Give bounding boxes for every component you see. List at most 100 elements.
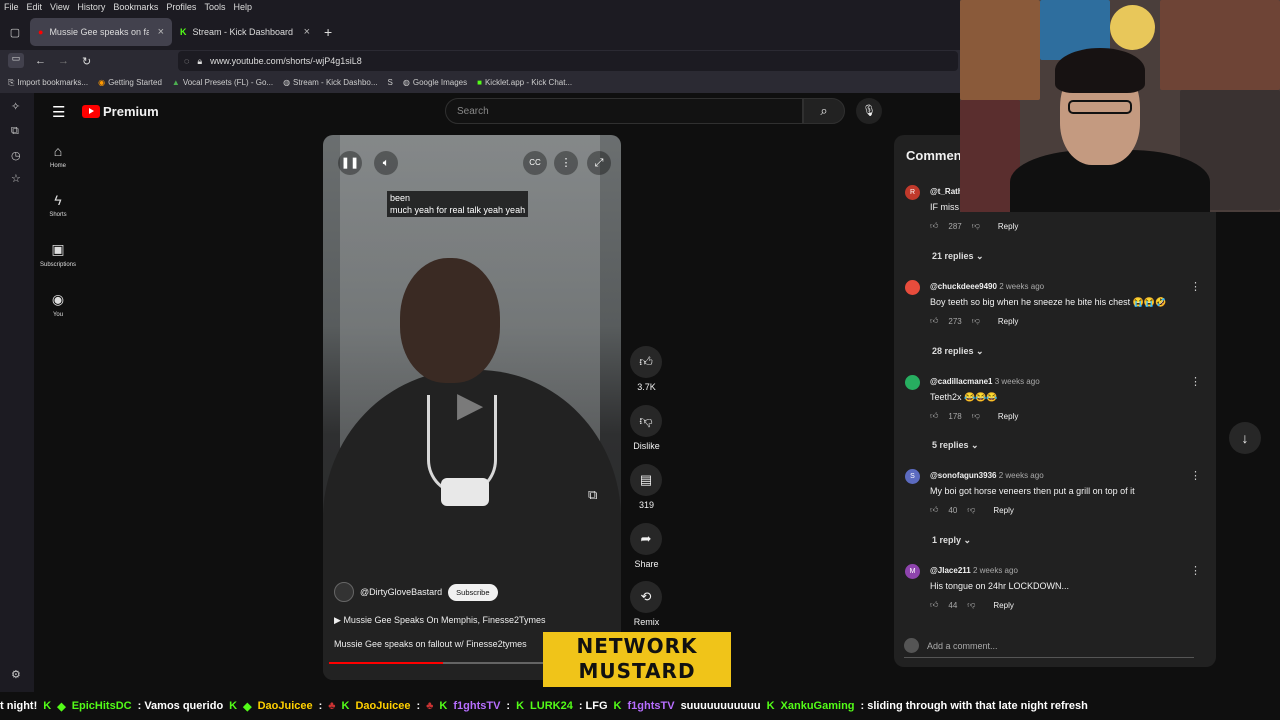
subscribe-button[interactable]: Subscribe [448, 583, 498, 601]
sidebar-toggle-icon[interactable]: ▭ [8, 53, 24, 68]
menu-icon[interactable]: ☰ [52, 103, 65, 121]
bookmark-s[interactable]: S [388, 78, 393, 87]
like-icon[interactable]: 👍︎ [930, 411, 938, 421]
replies-toggle[interactable]: 1 reply ⌄ [932, 535, 971, 546]
menu-file[interactable]: File [4, 2, 19, 12]
like-count: 273 [948, 316, 962, 326]
scroll-down-icon[interactable]: ↓ [1229, 422, 1261, 454]
dislike-icon[interactable]: 👎︎ [972, 221, 980, 231]
bookmark-kicklet[interactable]: ■ Kicklet.app - Kick Chat... [477, 78, 572, 87]
replies-toggle[interactable]: 28 replies ⌄ [932, 346, 984, 357]
reply-button[interactable]: Reply [998, 222, 1018, 231]
youtube-logo[interactable]: Premium [82, 104, 159, 119]
reply-button[interactable]: Reply [993, 601, 1013, 610]
comment-author[interactable]: @cadillacmane1 [930, 377, 993, 386]
shield-icon[interactable]: ◌ [184, 56, 189, 66]
comment-author[interactable]: @Jlace211 [930, 566, 971, 575]
more-options-icon[interactable]: ⋮ [554, 151, 578, 175]
comment-author[interactable]: @sonofagun3936 [930, 471, 996, 480]
menu-profiles[interactable]: Profiles [166, 2, 196, 12]
search-input[interactable]: Search [445, 98, 803, 124]
more-options-icon[interactable]: ⋮ [1190, 469, 1201, 482]
star-icon[interactable]: ☆ [11, 172, 21, 185]
avatar[interactable]: M [905, 564, 920, 579]
synced-tabs-icon[interactable]: ⧉ [11, 125, 19, 138]
avatar[interactable]: R [905, 185, 920, 200]
dislike-icon[interactable]: 👎︎ [967, 600, 975, 610]
avatar[interactable] [905, 280, 920, 295]
avatar[interactable] [905, 375, 920, 390]
url-text[interactable]: www.youtube.com/shorts/-wjP4g1siL8 [210, 56, 362, 66]
history-icon[interactable]: ◷ [11, 149, 21, 162]
close-tab-icon[interactable]: × [304, 26, 310, 38]
menu-edit[interactable]: Edit [27, 2, 43, 12]
share-button[interactable]: ➦ Share [630, 523, 663, 569]
menu-help[interactable]: Help [233, 2, 252, 12]
menu-history[interactable]: History [77, 2, 105, 12]
like-icon[interactable]: 👍︎ [930, 505, 938, 515]
address-bar[interactable]: ◌ 🔒︎ www.youtube.com/shorts/-wjP4g1siL8 [178, 51, 958, 71]
avatar [904, 638, 919, 653]
menu-view[interactable]: View [50, 2, 69, 12]
bookmark-google-images[interactable]: ◍ Google Images [403, 78, 467, 87]
lock-icon[interactable]: 🔒︎ [197, 56, 202, 67]
nav-home[interactable]: ⌂ Home [36, 143, 80, 169]
chat-message: : Vamos querido [137, 700, 224, 712]
chevron-down-icon: ⌄ [971, 440, 979, 450]
menu-bookmarks[interactable]: Bookmarks [113, 2, 158, 12]
fullscreen-icon[interactable]: ⤢ [587, 151, 611, 175]
customize-icon[interactable]: ⚙ [11, 668, 21, 681]
channel-name[interactable]: @DirtyGloveBastard [360, 587, 442, 597]
nav-subscriptions[interactable]: ▣ Subscriptions [36, 241, 80, 268]
nav-you[interactable]: ◉ You [36, 291, 80, 318]
dislike-button[interactable]: 👎︎ Dislike [630, 405, 663, 451]
tab-title: Mussie Gee speaks on fallo [49, 27, 150, 37]
like-icon[interactable]: 👍︎ [930, 316, 938, 326]
like-icon[interactable]: 👍︎ [930, 221, 938, 231]
new-tab-icon[interactable]: + [324, 24, 332, 40]
menu-tools[interactable]: Tools [204, 2, 225, 12]
dislike-icon[interactable]: 👎︎ [972, 316, 980, 326]
more-options-icon[interactable]: ⋮ [1190, 564, 1201, 577]
add-comment-field[interactable]: Add a comment... [904, 638, 1194, 658]
like-button[interactable]: 👍︎ 3.7K [630, 346, 663, 392]
comment-text: Teeth2x 😂😂😂 [930, 392, 998, 402]
channel-avatar[interactable] [334, 582, 354, 602]
remix-button[interactable]: ⟲ Remix [630, 581, 663, 627]
ai-sparkle-icon[interactable]: ✧ [11, 100, 20, 113]
reply-button[interactable]: Reply [998, 317, 1018, 326]
volume-icon[interactable]: 🔈︎ [374, 151, 398, 175]
reply-button[interactable]: Reply [993, 506, 1013, 515]
reload-icon[interactable]: ↻ [82, 55, 91, 68]
dislike-icon[interactable]: 👎︎ [967, 505, 975, 515]
nav-shorts[interactable]: ϟ Shorts [36, 192, 80, 218]
playlist-link[interactable]: ▶ Mussie Gee Speaks On Memphis, Finesse2… [334, 615, 546, 626]
close-tab-icon[interactable]: × [158, 26, 164, 38]
shorts-video-player[interactable]: been much yeah for real talk yeah yeah ❚… [323, 135, 621, 680]
tab-overview-icon[interactable]: ▢ [0, 26, 30, 39]
captions-icon[interactable]: CC [523, 151, 547, 175]
tab-youtube[interactable]: ● Mussie Gee speaks on fallo × [30, 18, 172, 46]
replies-toggle[interactable]: 21 replies ⌄ [932, 251, 984, 262]
forward-icon[interactable]: → [58, 55, 69, 67]
reply-button[interactable]: Reply [998, 412, 1018, 421]
dislike-icon[interactable]: 👎︎ [972, 411, 980, 421]
search-icon[interactable]: ⌕ [803, 98, 845, 124]
bookmark-vocal-presets[interactable]: ▲ Vocal Presets (FL) - Go... [172, 78, 273, 87]
bookmark-kick-dashboard[interactable]: ◍ Stream - Kick Dashbo... [283, 78, 377, 87]
pip-icon[interactable]: ⧉ [588, 487, 597, 503]
bookmark-getting-started[interactable]: ◉ Getting Started [98, 78, 162, 87]
more-options-icon[interactable]: ⋮ [1190, 280, 1201, 293]
replies-toggle[interactable]: 5 replies ⌄ [932, 440, 979, 451]
pause-icon[interactable]: ❚❚ [338, 151, 362, 175]
avatar[interactable]: S [905, 469, 920, 484]
comment-author[interactable]: @chuckdeee9490 [930, 282, 997, 291]
comment-author[interactable]: @t_Rath [930, 187, 963, 196]
more-options-icon[interactable]: ⋮ [1190, 375, 1201, 388]
tab-kick[interactable]: K Stream - Kick Dashboard × [172, 18, 318, 46]
bookmark-import[interactable]: ⎘ Import bookmarks... [8, 78, 88, 88]
back-icon[interactable]: ← [35, 55, 46, 67]
comments-button[interactable]: ▤ 319 [630, 464, 663, 510]
like-icon[interactable]: 👍︎ [930, 600, 938, 610]
mic-icon[interactable]: 🎙︎ [856, 98, 882, 124]
